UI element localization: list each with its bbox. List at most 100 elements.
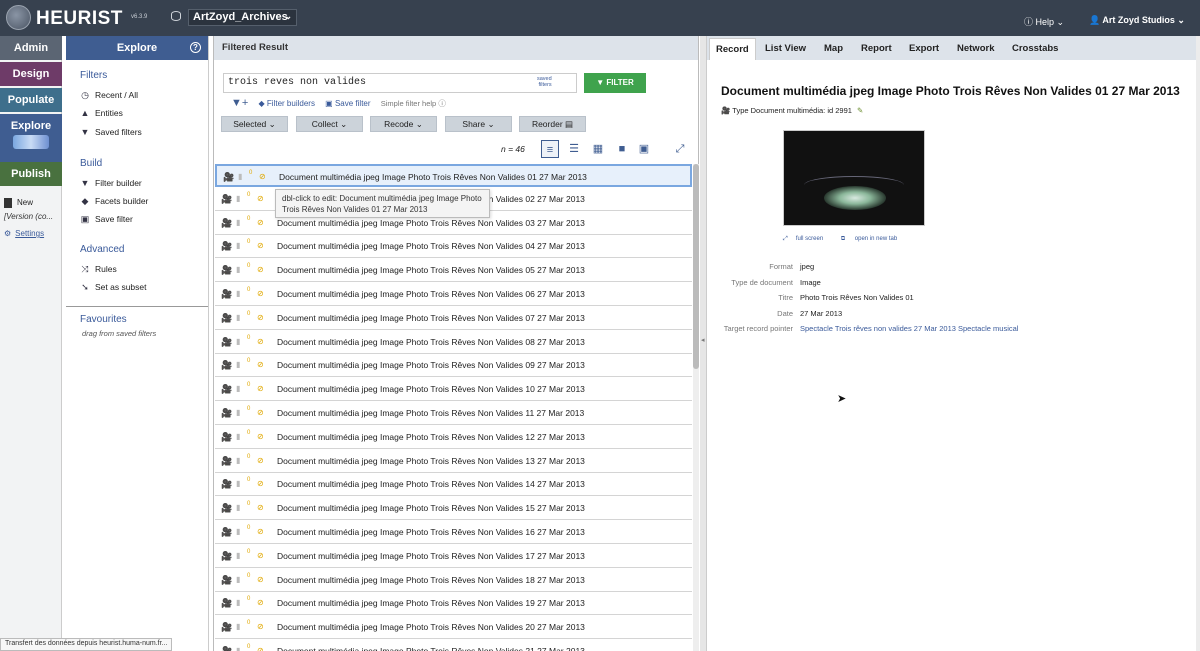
bookmark-icon[interactable]: ▮ (236, 360, 240, 369)
visibility-icon[interactable]: ⊘ (257, 646, 264, 651)
bookmark-icon[interactable]: ▮ (236, 265, 240, 274)
pencil-icon[interactable]: ✎ (857, 106, 863, 115)
tab-export[interactable]: Export (903, 38, 945, 60)
table-row[interactable]: 🎥▮ 0 ⊘ Document multimédia jpeg Image Photo… (215, 235, 692, 259)
visibility-icon[interactable]: ⊘ (257, 360, 264, 369)
nav-publish[interactable]: Publish (0, 162, 62, 186)
bookmark-icon[interactable]: ▮ (236, 479, 240, 488)
bookmark-icon[interactable]: ▮ (236, 598, 240, 607)
visibility-icon[interactable]: ⊘ (257, 384, 264, 393)
grid-view-icon[interactable]: ▦ (589, 140, 607, 158)
set-as-subset-item[interactable]: ➘ Set as subset (80, 282, 146, 293)
visibility-icon[interactable]: ⊘ (257, 598, 264, 607)
table-row[interactable]: 🎥▮ 0 ⊘ Document multimédia jpeg Image Photo… (215, 330, 692, 354)
visibility-icon[interactable]: ⊘ (257, 432, 264, 441)
full-screen-link[interactable]: ⤢ full screen (783, 236, 831, 242)
table-row[interactable]: 🎥▮ 0 ⊘ Document multimédia jpeg Image Photo… (215, 544, 692, 568)
expand-icon[interactable]: ⤢ (671, 140, 689, 158)
bookmark-icon[interactable]: ▮ (236, 194, 240, 203)
table-row[interactable]: 🎥▮ 0 ⊘ Document multimédia jpeg Image Photo… (215, 164, 692, 187)
nav-new[interactable]: New (17, 198, 33, 207)
table-row[interactable]: 🎥▮ 0 ⊘ Document multimédia jpeg Image Photo… (215, 521, 692, 544)
entities-item[interactable]: ▲ Entities (80, 108, 123, 118)
tab-map[interactable]: Map (818, 38, 849, 60)
nav-populate[interactable]: Populate (0, 88, 62, 112)
bookmark-icon[interactable]: ▮ (236, 408, 240, 417)
table-row[interactable]: 🎥▮ 0 ⊘ Document multimédia jpeg Image Photo… (215, 283, 692, 306)
bookmark-icon[interactable]: ▮ (238, 172, 242, 181)
visibility-icon[interactable]: ⊘ (257, 194, 264, 203)
saved-filters-item[interactable]: ▼ Saved filters (80, 127, 142, 137)
funnel-plus-icon[interactable]: ▼+ (231, 97, 248, 109)
nav-settings[interactable]: ⚙ Settings (4, 229, 44, 238)
table-row[interactable]: 🎥▮ 0 ⊘ Document multimédia jpeg Image Photo… (215, 402, 692, 425)
tab-report[interactable]: Report (855, 38, 898, 60)
visibility-icon[interactable]: ⊘ (257, 289, 264, 298)
simple-filter-help[interactable]: Simple filter help ⓘ (381, 99, 446, 108)
detail-list-icon[interactable]: ☰ (565, 140, 583, 158)
visibility-icon[interactable]: ⊘ (257, 456, 264, 465)
table-row[interactable]: 🎥▮ 0 ⊘ Document multimédia jpeg Image Photo… (215, 354, 692, 378)
visibility-icon[interactable]: ⊘ (257, 265, 264, 274)
filter-button[interactable]: ▼ FILTER (584, 73, 646, 93)
visibility-icon[interactable]: ⊘ (257, 503, 264, 512)
user-menu[interactable]: 👤 Art Zoyd Studios ⌄ (1089, 15, 1185, 26)
recent-all-item[interactable]: ◷ Recent / All (80, 90, 138, 101)
question-icon[interactable]: ? (190, 42, 201, 53)
bookmark-icon[interactable]: ▮ (236, 289, 240, 298)
record-view-icon[interactable]: ▣ (635, 140, 653, 158)
selected-button[interactable]: Selected ⌄ (221, 116, 288, 132)
visibility-icon[interactable]: ⊘ (257, 241, 264, 250)
table-row[interactable]: 🎥▮ 0 ⊘ Document multimédia jpeg Image Photo… (215, 616, 692, 640)
table-row[interactable]: 🎥▮ 0 ⊘ Document multimédia jpeg Image Photo… (215, 306, 692, 330)
table-row[interactable]: 🎥▮ 0 ⊘ Document multimédia jpeg Image Photo… (215, 592, 692, 616)
visibility-icon[interactable]: ⊘ (257, 337, 264, 346)
facets-builder-item[interactable]: ◆ Facets builder (80, 196, 149, 207)
open-new-tab-link[interactable]: ⧉ open in new tab (841, 236, 905, 242)
bookmark-icon[interactable]: ▮ (236, 241, 240, 250)
list-view-icon[interactable]: ≡ (541, 140, 559, 158)
nav-design[interactable]: Design (0, 62, 62, 86)
bookmark-icon[interactable]: ▮ (236, 432, 240, 441)
table-row[interactable]: 🎥▮ 0 ⊘ Document multimédia jpeg Image Photo… (215, 259, 692, 283)
filter-builders-link[interactable]: ◆ Filter builders (259, 99, 315, 108)
bookmark-icon[interactable]: ▮ (236, 313, 240, 322)
visibility-icon[interactable]: ⊘ (257, 575, 264, 584)
help-menu[interactable]: ⓘ Help ⌄ (1024, 15, 1064, 28)
record-thumbnail[interactable] (783, 130, 925, 226)
table-row[interactable]: 🎥▮ 0 ⊘ Document multimédia jpeg Image Photo… (215, 425, 692, 449)
visibility-icon[interactable]: ⊘ (257, 313, 264, 322)
bookmark-icon[interactable]: ▮ (236, 622, 240, 631)
bookmark-icon[interactable]: ▮ (236, 337, 240, 346)
tab-list-view[interactable]: List View (759, 38, 812, 60)
field-value[interactable]: Spectacle Trois rêves non valides 27 Mar… (800, 324, 1018, 333)
rules-item[interactable]: ⤨ Rules (80, 264, 116, 275)
save-filter-item[interactable]: ▣ Save filter (80, 214, 133, 225)
bookmark-icon[interactable]: ▮ (236, 551, 240, 560)
share-button[interactable]: Share ⌄ (445, 116, 512, 132)
table-row[interactable]: 🎥▮ 0 ⊘ Document multimédia jpeg Image Photo… (215, 473, 692, 497)
bookmark-icon[interactable]: ▮ (236, 456, 240, 465)
bookmark-icon[interactable]: ▮ (236, 384, 240, 393)
results-scrollbar[interactable] (693, 164, 699, 651)
tab-record[interactable]: Record (709, 38, 756, 60)
recode-button[interactable]: Recode ⌄ (370, 116, 437, 132)
table-row[interactable]: 🎥▮ 0 ⊘ Document multimédia jpeg Image Photo… (215, 640, 692, 651)
collect-button[interactable]: Collect ⌄ (296, 116, 363, 132)
tab-crosstabs[interactable]: Crosstabs (1006, 38, 1064, 60)
saved-filters-link[interactable]: saved filters (537, 76, 552, 88)
nav-explore[interactable]: Explore (0, 114, 62, 162)
bookmark-icon[interactable]: ▮ (236, 218, 240, 227)
bookmark-icon[interactable]: ▮ (236, 646, 240, 651)
thumbnail-view-icon[interactable]: ■ (613, 140, 631, 158)
search-input[interactable]: trois reves non valides (223, 73, 577, 93)
reorder-button[interactable]: Reorder ▤ (519, 116, 586, 132)
visibility-icon[interactable]: ⊘ (257, 551, 264, 560)
tab-network[interactable]: Network (951, 38, 1000, 60)
visibility-icon[interactable]: ⊘ (257, 218, 264, 227)
visibility-icon[interactable]: ⊘ (257, 479, 264, 488)
database-select[interactable]: ArtZoyd_Archives ⌄ (188, 9, 297, 26)
table-row[interactable]: 🎥▮ 0 ⊘ Document multimédia jpeg Image Photo… (215, 449, 692, 473)
bookmark-icon[interactable]: ▮ (236, 527, 240, 536)
visibility-icon[interactable]: ⊘ (257, 622, 264, 631)
